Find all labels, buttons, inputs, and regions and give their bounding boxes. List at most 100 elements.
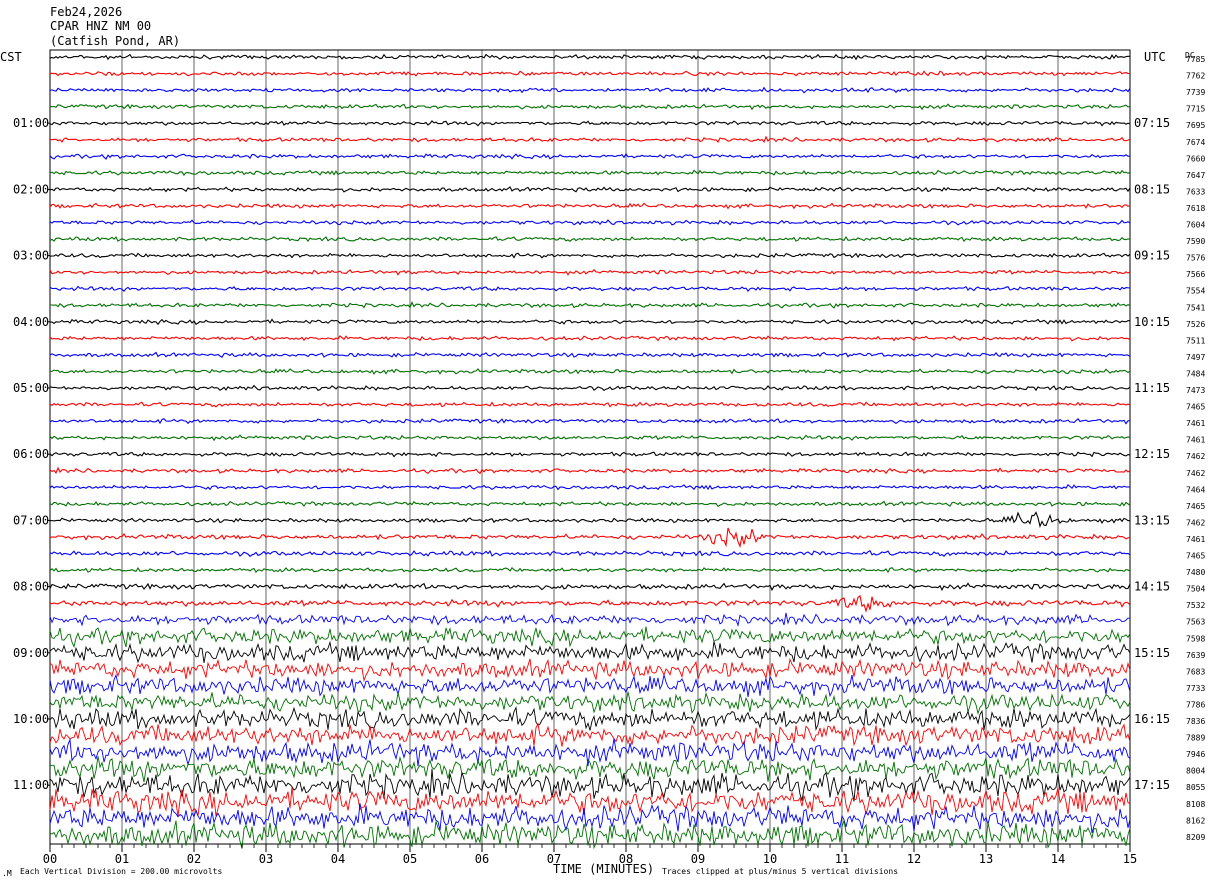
dc-value: 7739: [1186, 88, 1205, 97]
utc-label: 07:15: [1134, 116, 1170, 130]
trace-row-0: [49, 53, 1130, 61]
dc-value: 7639: [1186, 651, 1205, 660]
trace-row-15: [50, 301, 1131, 309]
utc-label: 17:15: [1134, 778, 1170, 792]
dc-value: 7461: [1186, 436, 1205, 445]
trace-row-25: [49, 466, 1131, 475]
dc-value: 7465: [1186, 403, 1205, 412]
trace-row-24: [49, 451, 1131, 458]
dc-value: 7526: [1186, 320, 1205, 329]
trace-row-30: [49, 550, 1131, 558]
dc-labels: 7785 7762 7739 7715 7695 7674 7660 7647 7633 7618…: [1186, 55, 1205, 842]
dc-value: 7465: [1186, 502, 1205, 511]
trace-row-39: [49, 691, 1131, 716]
utc-label: 08:15: [1134, 182, 1170, 196]
x-tick-label: 12: [907, 852, 921, 866]
cst-label: 06:00: [13, 447, 49, 461]
trace-row-13: [49, 268, 1131, 276]
dc-value: 7647: [1186, 171, 1205, 180]
dc-value: 7590: [1186, 237, 1205, 246]
dc-value: 7462: [1186, 452, 1205, 461]
dc-value: 7462: [1186, 469, 1205, 478]
x-tick-label: 15: [1123, 852, 1137, 866]
trace-row-4: [49, 120, 1131, 127]
dc-value: 7576: [1186, 254, 1205, 263]
cst-label: 03:00: [13, 249, 49, 263]
dc-value: 7762: [1186, 72, 1205, 81]
cst-label: 04:00: [13, 315, 49, 329]
trace-row-40: [49, 706, 1131, 731]
x-tick-label: 13: [979, 852, 993, 866]
trace-row-3: [49, 103, 1131, 111]
trace-row-31: [49, 566, 1131, 574]
dc-value: 7541: [1186, 303, 1205, 312]
dc-value: 8209: [1186, 833, 1205, 842]
clip-note: Traces clipped at plus/minus 5 vertical …: [662, 867, 898, 876]
trace-row-19: [49, 368, 1131, 375]
trace-row-41: [49, 722, 1131, 747]
trace-row-2: [49, 86, 1131, 94]
dc-value: 7480: [1186, 568, 1205, 577]
dc-value: 7554: [1186, 287, 1205, 296]
dc-value: 7598: [1186, 634, 1205, 643]
trace-row-11: [49, 235, 1131, 243]
trace-row-36: [49, 640, 1131, 664]
dc-value: 8162: [1186, 816, 1205, 825]
cst-label: 09:00: [13, 646, 49, 660]
cst-label: 10:00: [13, 712, 49, 726]
utc-labels: 07:15 08:15 09:15 10:15 11:15 12:15 13:15 14:15…: [1134, 116, 1170, 792]
dc-value: 8004: [1186, 767, 1205, 776]
trace-row-5: [49, 135, 1131, 143]
dc-value: 7786: [1186, 700, 1205, 709]
dc-value: 7733: [1186, 684, 1205, 693]
trace-group: [49, 53, 1131, 850]
dc-value: 7695: [1186, 121, 1205, 130]
trace-row-10: [49, 219, 1131, 226]
cst-label: 02:00: [13, 182, 49, 196]
cst-labels: 01:00 02:00 03:00 04:00 05:00 06:00 07:00 08:00…: [13, 116, 50, 792]
trace-row-14: [49, 285, 1131, 293]
dc-value: 7484: [1186, 369, 1205, 378]
x-tick-label: 09: [691, 852, 705, 866]
dc-value: 7785: [1186, 55, 1205, 64]
trace-row-18: [49, 351, 1131, 358]
trace-row-1: [49, 70, 1131, 77]
dc-value: 7683: [1186, 667, 1205, 676]
cst-label: 05:00: [13, 381, 49, 395]
dc-value: 7461: [1186, 535, 1205, 544]
trace-row-21: [49, 401, 1131, 408]
x-tick-label: 06: [475, 852, 489, 866]
utc-label: 13:15: [1134, 513, 1170, 527]
header-location: (Catfish Pond, AR): [50, 34, 180, 48]
trace-row-12: [49, 252, 1131, 259]
trace-row-20: [49, 384, 1131, 392]
dc-value: 7674: [1186, 138, 1205, 147]
helicorder-chart: Feb24,2026 CPAR HNZ NM 00 (Catfish Pond,…: [0, 5, 1205, 878]
trace-row-23: [49, 434, 1131, 442]
utc-label: 10:15: [1134, 315, 1170, 329]
trace-row-27: [49, 500, 1131, 508]
cst-label: 11:00: [13, 778, 49, 792]
dc-value: 7497: [1186, 353, 1205, 362]
utc-label: 11:15: [1134, 381, 1170, 395]
x-tick-label: 14: [1051, 852, 1065, 866]
trace-row-32: [49, 582, 1131, 592]
dc-value: 7604: [1186, 221, 1205, 230]
header-date: Feb24,2026: [50, 5, 122, 19]
trace-row-26: [49, 483, 1131, 491]
dc-value: 7563: [1186, 618, 1205, 627]
dc-value: 7566: [1186, 270, 1205, 279]
dc-value: 7504: [1186, 585, 1205, 594]
cst-axis-title: CST: [0, 50, 22, 64]
trace-row-28: [49, 511, 1131, 528]
grid: [121, 50, 1059, 844]
header-station: CPAR HNZ NM 00: [50, 19, 151, 33]
dc-value: 8108: [1186, 800, 1205, 809]
trace-row-22: [49, 417, 1130, 425]
dc-value: 7461: [1186, 419, 1205, 428]
corner-mark: .M: [2, 869, 12, 878]
cst-label: 07:00: [13, 513, 49, 527]
x-tick-label: 01: [115, 852, 129, 866]
utc-label: 15:15: [1134, 646, 1170, 660]
dc-value: 7465: [1186, 552, 1205, 561]
